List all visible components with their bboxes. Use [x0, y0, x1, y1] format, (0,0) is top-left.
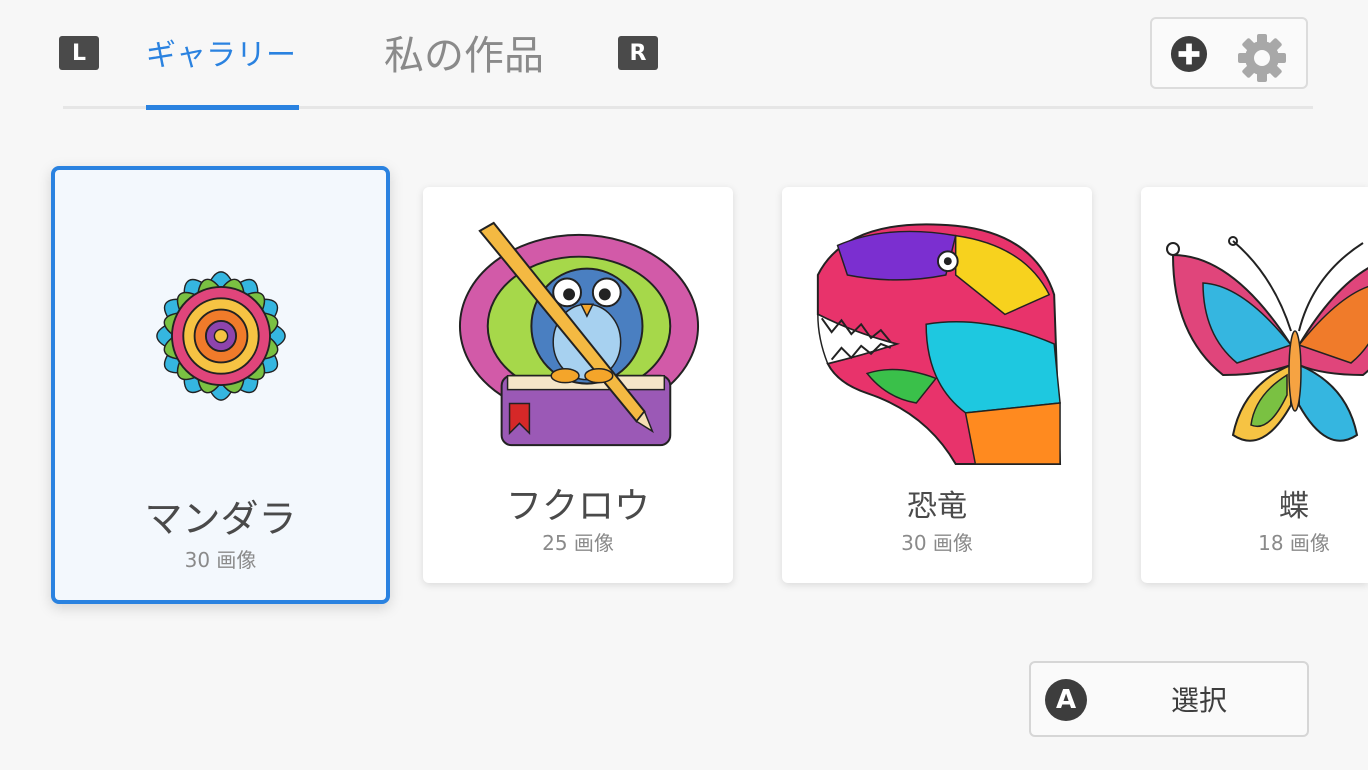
- gallery-card-owl[interactable]: フクロウ 25 画像: [423, 187, 733, 583]
- gallery-card-mandala[interactable]: マンダラ 30 画像: [51, 166, 390, 604]
- mandala-image: [156, 271, 286, 401]
- card-title: 蝶: [1279, 489, 1309, 524]
- l-shoulder-button[interactable]: L: [59, 36, 99, 70]
- owl-image: [458, 221, 700, 447]
- butterfly-image: [1166, 236, 1368, 442]
- dinosaur-image: [816, 223, 1062, 465]
- card-image-count: 30 画像: [184, 548, 257, 572]
- tab-my-works[interactable]: 私の作品: [384, 22, 544, 82]
- active-tab-indicator: [146, 105, 299, 110]
- plus-circle-icon[interactable]: [1170, 35, 1208, 73]
- top-actions-group: [1150, 17, 1308, 89]
- card-title: マンダラ: [144, 497, 297, 541]
- card-title: フクロウ: [505, 486, 650, 527]
- card-image-count: 25 画像: [542, 531, 614, 555]
- card-image-count: 30 画像: [901, 531, 973, 555]
- select-button[interactable]: A 選択: [1029, 661, 1309, 737]
- tab-gallery[interactable]: ギャラリー: [146, 22, 296, 82]
- r-shoulder-button[interactable]: R: [618, 36, 658, 70]
- gallery-card-butterfly[interactable]: 蝶 18 画像: [1141, 187, 1368, 583]
- gallery-card-dinosaur[interactable]: 恐竜 30 画像: [782, 187, 1092, 583]
- card-title: 恐竜: [907, 489, 967, 524]
- gear-icon[interactable]: [1236, 32, 1288, 84]
- a-button-icon: A: [1045, 679, 1087, 721]
- select-button-label: 選択: [1170, 684, 1227, 717]
- card-image-count: 18 画像: [1258, 531, 1330, 555]
